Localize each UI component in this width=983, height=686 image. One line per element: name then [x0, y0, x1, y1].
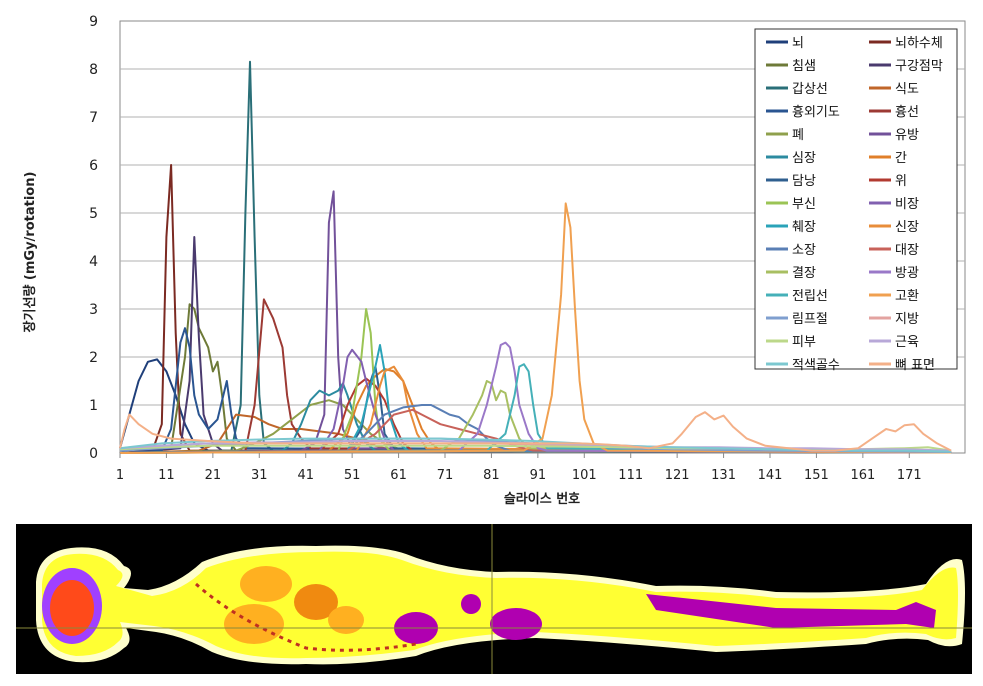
legend-label: 간	[895, 151, 907, 166]
legend-label: 식도	[895, 82, 919, 97]
pelvis-right	[490, 608, 542, 640]
legend-label: 방광	[895, 266, 919, 281]
legend-label: 유방	[895, 128, 919, 143]
x-tick-label: 51	[344, 468, 361, 483]
x-axis-label: 슬라이스 번호	[504, 491, 580, 507]
legend-label: 위	[895, 174, 907, 189]
x-tick-label: 11	[158, 468, 175, 483]
legend-label: 침샘	[792, 59, 816, 74]
x-tick-label: 171	[897, 468, 922, 483]
x-tick-label: 81	[483, 468, 500, 483]
legend-label: 근육	[895, 335, 919, 350]
y-tick-label: 7	[89, 110, 98, 126]
legend-label: 전립선	[792, 289, 828, 304]
legend-label: 흉외기도	[792, 105, 840, 120]
legend-label: 폐	[792, 128, 804, 143]
y-tick-label: 2	[89, 350, 98, 366]
legend-label: 담낭	[792, 174, 816, 189]
y-tick-label: 5	[89, 206, 98, 222]
legend-label: 신장	[895, 220, 919, 235]
y-tick-label: 0	[89, 446, 98, 462]
y-tick-label: 9	[89, 14, 98, 30]
y-axis-ticks: 0 1 2 3 4 5 6 7 8 9	[89, 14, 98, 462]
legend-label: 뼈 표면	[895, 358, 935, 373]
legend-label: 뇌하수체	[895, 36, 943, 51]
x-tick-label: 101	[572, 468, 597, 483]
legend-label: 뇌	[792, 36, 804, 51]
legend-label: 흉선	[895, 105, 919, 120]
legend-label: 지방	[895, 312, 919, 327]
legend: 뇌 뇌하수체침샘 구강점막갑상선 식도흉외기도 흉선폐 유방심장 간담낭 위부신 비장췌장 신장소…	[754, 28, 958, 373]
y-tick-label: 8	[89, 62, 98, 78]
x-tick-label: 71	[437, 468, 454, 483]
x-tick-label: 151	[804, 468, 829, 483]
y-tick-label: 1	[89, 398, 98, 414]
x-tick-label: 141	[758, 468, 783, 483]
pelvis-center	[461, 594, 481, 614]
y-tick-label: 6	[89, 158, 98, 174]
legend-label: 췌장	[792, 220, 816, 235]
x-tick-label: 161	[850, 468, 875, 483]
legend-label: 림프절	[792, 312, 828, 327]
legend-label: 갑상선	[792, 82, 828, 97]
organ-dose-chart: 0123456789 1 11 21 31 41 51 61 71 81 91 101 111 121 1…	[22, 14, 966, 507]
x-tick-label: 31	[251, 468, 268, 483]
legend-label: 고환	[895, 289, 919, 304]
x-tick-label: 61	[390, 468, 407, 483]
y-tick-label: 4	[89, 254, 98, 270]
x-axis-ticks: 1 11 21 31 41 51 61 71 81 91 101 111 121 131 141 151 161…	[116, 453, 922, 483]
phantom-image	[16, 524, 972, 674]
y-tick-label: 3	[89, 302, 98, 318]
x-tick-label: 41	[297, 468, 314, 483]
legend-label: 심장	[792, 151, 816, 166]
legend-label: 소장	[792, 243, 816, 258]
x-tick-label: 111	[618, 468, 643, 483]
x-tick-label: 1	[116, 468, 124, 483]
liver	[328, 606, 364, 634]
y-axis-label: 장기선량 (mGy/rotation)	[22, 172, 38, 333]
lung-left	[240, 566, 292, 602]
legend-label: 적색골수	[792, 358, 840, 373]
legend-label: 피부	[792, 335, 816, 350]
x-tick-label: 121	[665, 468, 690, 483]
x-tick-label: 91	[530, 468, 547, 483]
legend-label: 결장	[792, 266, 816, 281]
x-tick-label: 131	[711, 468, 736, 483]
legend-label: 구강점막	[895, 59, 943, 74]
x-tick-label: 21	[205, 468, 222, 483]
legend-label: 비장	[895, 197, 919, 212]
phantom-svg	[16, 524, 972, 674]
legend-label: 부신	[792, 197, 816, 212]
legend-label: 대장	[895, 243, 919, 258]
